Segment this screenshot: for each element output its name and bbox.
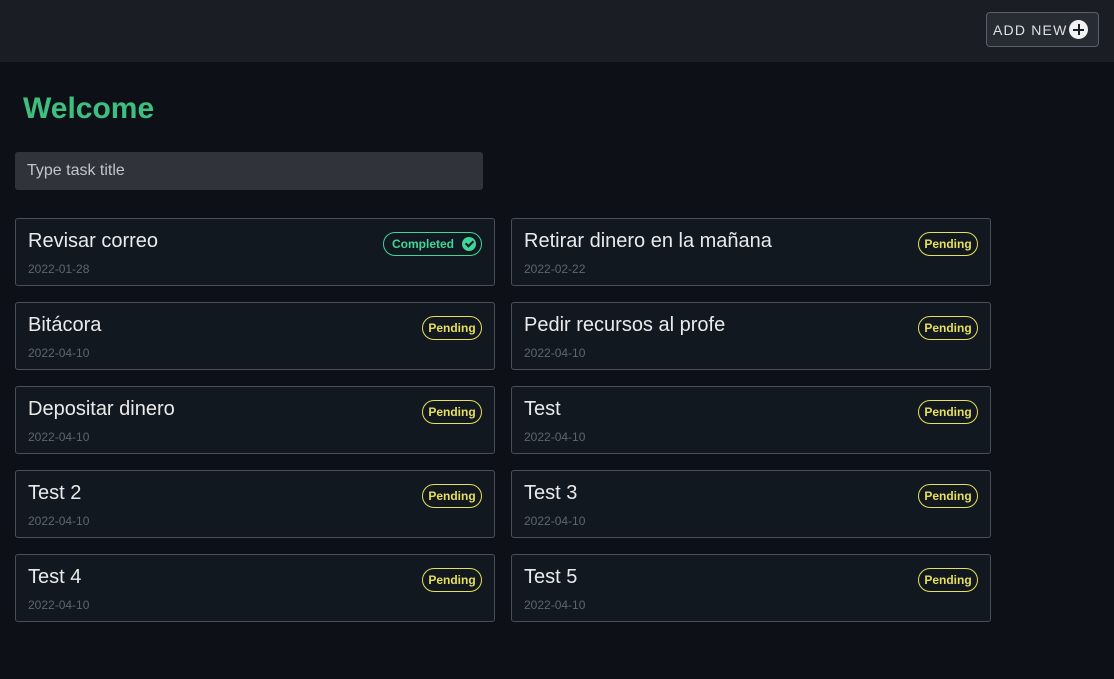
- search-input[interactable]: [15, 152, 483, 190]
- task-title: Test 3: [524, 482, 578, 504]
- status-badge: Pending: [918, 568, 978, 592]
- task-title: Bitácora: [28, 314, 102, 336]
- task-title: Pedir recursos al profe: [524, 314, 726, 336]
- task-date: 2022-04-10: [28, 430, 90, 444]
- task-date: 2022-04-10: [28, 346, 90, 360]
- task-card[interactable]: Retirar dinero en la mañana 2022-02-22 P…: [511, 218, 991, 286]
- task-title: Test 4: [28, 566, 82, 588]
- task-card[interactable]: Bitácora 2022-04-10 Pending: [15, 302, 495, 370]
- task-card[interactable]: Test 2 2022-04-10 Pending: [15, 470, 495, 538]
- status-badge: Pending: [422, 484, 482, 508]
- task-title: Test 2: [28, 482, 82, 504]
- top-app-bar: ADD NEW: [0, 0, 1114, 62]
- status-badge: Pending: [918, 232, 978, 256]
- task-card[interactable]: Test 4 2022-04-10 Pending: [15, 554, 495, 622]
- task-title: Retirar dinero en la mañana: [524, 230, 772, 252]
- page-title: Welcome: [23, 92, 155, 125]
- status-label: Completed: [392, 237, 455, 251]
- task-date: 2022-04-10: [28, 514, 90, 528]
- task-title: Test 5: [524, 566, 578, 588]
- task-card[interactable]: Test 5 2022-04-10 Pending: [511, 554, 991, 622]
- add-new-label: ADD NEW: [993, 21, 1068, 38]
- task-date: 2022-01-28: [28, 262, 90, 276]
- task-card[interactable]: Test 2022-04-10 Pending: [511, 386, 991, 454]
- task-date: 2022-04-10: [524, 598, 586, 612]
- status-badge: Pending: [422, 568, 482, 592]
- task-title: Depositar dinero: [28, 398, 175, 420]
- status-badge: Pending: [918, 484, 978, 508]
- plus-circle-icon: [1069, 20, 1088, 39]
- task-card[interactable]: Revisar correo 2022-01-28 Completed: [15, 218, 495, 286]
- task-date: 2022-04-10: [524, 430, 586, 444]
- status-badge: Pending: [422, 400, 482, 424]
- task-date: 2022-04-10: [524, 346, 586, 360]
- task-date: 2022-02-22: [524, 262, 586, 276]
- check-circle-icon: [462, 237, 476, 251]
- status-badge: Pending: [918, 400, 978, 424]
- task-card[interactable]: Pedir recursos al profe 2022-04-10 Pendi…: [511, 302, 991, 370]
- task-card[interactable]: Depositar dinero 2022-04-10 Pending: [15, 386, 495, 454]
- task-card[interactable]: Test 3 2022-04-10 Pending: [511, 470, 991, 538]
- status-badge: Pending: [918, 316, 978, 340]
- task-title: Revisar correo: [28, 230, 159, 252]
- task-date: 2022-04-10: [28, 598, 90, 612]
- task-date: 2022-04-10: [524, 514, 586, 528]
- status-badge: Completed: [383, 232, 482, 256]
- add-new-button[interactable]: ADD NEW: [986, 12, 1099, 47]
- status-badge: Pending: [422, 316, 482, 340]
- task-title: Test: [524, 398, 561, 420]
